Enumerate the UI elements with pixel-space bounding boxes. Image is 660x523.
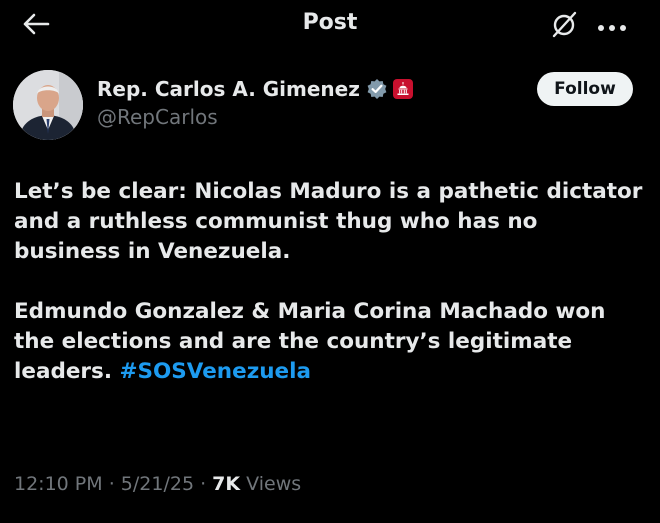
post-metadata: 12:10 PM · 5/21/25 · 7K Views bbox=[14, 473, 301, 495]
grok-button[interactable] bbox=[546, 8, 582, 44]
author-avatar[interactable] bbox=[13, 70, 83, 140]
author-name-row: Rep. Carlos A. Gimenez bbox=[97, 74, 413, 104]
more-dots-icon bbox=[597, 17, 627, 36]
post-paragraph-with-hashtag: Edmundo Gonzalez & Maria Corina Machado … bbox=[14, 297, 646, 387]
post-paragraph: Let’s be clear: Nicolas Maduro is a path… bbox=[14, 179, 643, 264]
top-bar: Post bbox=[0, 0, 660, 52]
views-label: Views bbox=[240, 473, 302, 495]
more-options-button[interactable] bbox=[592, 8, 632, 44]
post-date[interactable]: 5/21/25 bbox=[121, 473, 194, 495]
post-text: Let’s be clear: Nicolas Maduro is a path… bbox=[14, 177, 646, 387]
meta-separator: · bbox=[194, 473, 213, 495]
us-capitol-badge-icon[interactable] bbox=[392, 79, 413, 99]
arrow-left-icon bbox=[22, 12, 50, 40]
follow-button[interactable]: Follow bbox=[537, 72, 633, 106]
verified-badge-icon[interactable] bbox=[366, 78, 388, 100]
post-time[interactable]: 12:10 PM bbox=[14, 473, 103, 495]
meta-separator: · bbox=[102, 473, 121, 495]
back-button[interactable] bbox=[18, 8, 54, 44]
hashtag-link[interactable]: #SOSVenezuela bbox=[120, 359, 311, 384]
grok-icon bbox=[549, 9, 579, 43]
author-handle[interactable]: @RepCarlos bbox=[97, 105, 218, 129]
views-count[interactable]: 7K bbox=[212, 473, 240, 495]
author-name[interactable]: Rep. Carlos A. Gimenez bbox=[97, 77, 360, 101]
